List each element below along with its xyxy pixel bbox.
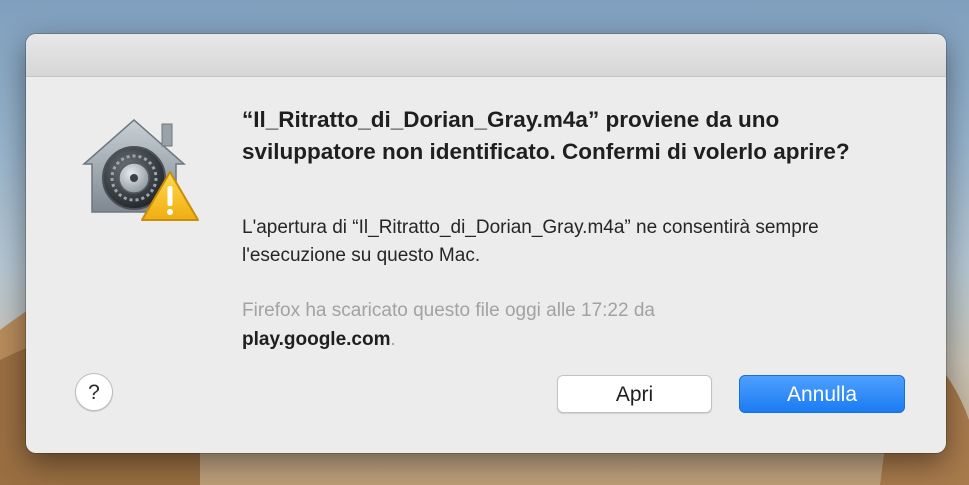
security-alert-dialog: “Il_Ritratto_di_Dorian_Gray.m4a” provien… — [26, 34, 946, 453]
download-source-domain: play.google.com — [242, 329, 391, 350]
gatekeeper-warning-icon — [76, 106, 204, 224]
download-source-text: Firefox ha scaricato questo file oggi al… — [242, 296, 902, 354]
dialog-titlebar — [26, 34, 946, 77]
dialog-description: L'apertura di “Il_Ritratto_di_Dorian_Gra… — [242, 217, 819, 266]
help-button[interactable]: ? — [75, 373, 113, 411]
download-source-prefix: Firefox ha scaricato questo file oggi al… — [242, 300, 655, 321]
download-source-suffix: . — [390, 329, 396, 350]
open-button[interactable]: Apri — [557, 375, 712, 413]
dialog-title: “Il_Ritratto_di_Dorian_Gray.m4a” provien… — [242, 107, 850, 164]
cancel-button[interactable]: Annulla — [739, 375, 905, 413]
